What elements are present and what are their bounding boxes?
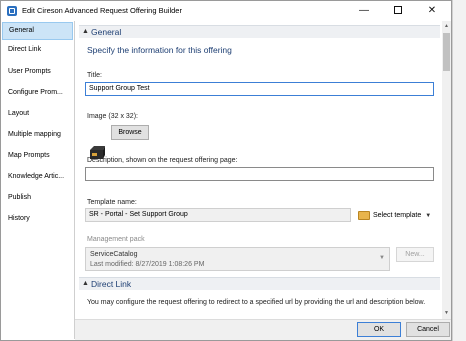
cancel-button[interactable]: Cancel: [406, 322, 450, 337]
sidebar-item-multiple-mapping[interactable]: Multiple mapping: [2, 126, 73, 144]
vertical-scrollbar[interactable]: ▲ ▼: [442, 21, 451, 319]
dialog-window: Edit Cireson Advanced Request Offering B…: [0, 0, 452, 341]
select-template-label: Select template: [373, 212, 422, 219]
maximize-button[interactable]: [381, 1, 415, 21]
window-title: Edit Cireson Advanced Request Offering B…: [22, 6, 182, 15]
direct-link-description: You may configure the request offering t…: [87, 299, 426, 306]
title-label: Title:: [87, 72, 102, 79]
sidebar-item-publish[interactable]: Publish: [2, 189, 73, 207]
section-header-general[interactable]: ▲ General: [79, 25, 440, 38]
minimize-button[interactable]: —: [347, 1, 381, 21]
dropdown-arrow-icon: ▼: [425, 213, 432, 219]
title-bar: Edit Cireson Advanced Request Offering B…: [1, 1, 451, 21]
close-button[interactable]: ✕: [415, 1, 449, 21]
section-subtitle: Specify the information for this offerin…: [87, 45, 232, 55]
browse-button[interactable]: Browse: [111, 125, 149, 140]
sidebar-nav: General Direct Link User Prompts Configu…: [2, 21, 75, 339]
select-template-link[interactable]: Select template ▼: [358, 210, 431, 222]
management-pack-select: ServiceCatalog Last modified: 8/27/2019 …: [85, 247, 390, 271]
sidebar-item-layout[interactable]: Layout: [2, 105, 73, 123]
sidebar-item-configure-prompts[interactable]: Configure Prom...: [2, 84, 73, 102]
scroll-down-icon[interactable]: ▼: [442, 309, 451, 318]
scroll-up-icon[interactable]: ▲: [442, 22, 451, 31]
sidebar-item-general[interactable]: General: [2, 22, 73, 40]
sidebar-item-knowledge-articles[interactable]: Knowledge Artic...: [2, 168, 73, 186]
new-management-pack-button: New...: [396, 247, 434, 262]
sidebar-item-history[interactable]: History: [2, 210, 73, 228]
template-label: Template name:: [87, 199, 137, 206]
template-name-field: SR - Portal - Set Support Group: [85, 208, 351, 222]
sidebar-item-map-prompts[interactable]: Map Prompts: [2, 147, 73, 165]
dialog-footer: OK Cancel: [75, 319, 451, 340]
section-header-direct-link[interactable]: ▲ Direct Link: [79, 277, 440, 290]
background-window-edge: [452, 0, 466, 341]
sidebar-item-direct-link[interactable]: Direct Link: [2, 41, 73, 59]
management-pack-label: Management pack: [87, 236, 145, 243]
section-header-label: General: [91, 27, 122, 37]
folder-icon: [358, 210, 370, 220]
content-pane: ▲ General Specify the information for th…: [75, 21, 440, 319]
management-pack-modified: Last modified: 8/27/2019 1:08:26 PM: [90, 261, 205, 268]
maximize-icon: [394, 6, 402, 15]
sidebar-item-user-prompts[interactable]: User Prompts: [2, 63, 73, 81]
ok-button[interactable]: OK: [357, 322, 401, 337]
app-icon: [7, 6, 17, 16]
description-input[interactable]: [85, 167, 434, 181]
collapse-chevron-icon: ▲: [82, 280, 89, 287]
collapse-chevron-icon: ▲: [82, 28, 89, 35]
description-label: Description, shown on the request offeri…: [87, 157, 238, 164]
section-header-label: Direct Link: [91, 279, 132, 289]
management-pack-name: ServiceCatalog: [90, 251, 138, 258]
scrollbar-thumb[interactable]: [443, 33, 450, 71]
chevron-down-icon: ▼: [379, 255, 385, 261]
title-input[interactable]: Support Group Test: [85, 82, 434, 96]
image-label: Image (32 x 32):: [87, 113, 138, 120]
